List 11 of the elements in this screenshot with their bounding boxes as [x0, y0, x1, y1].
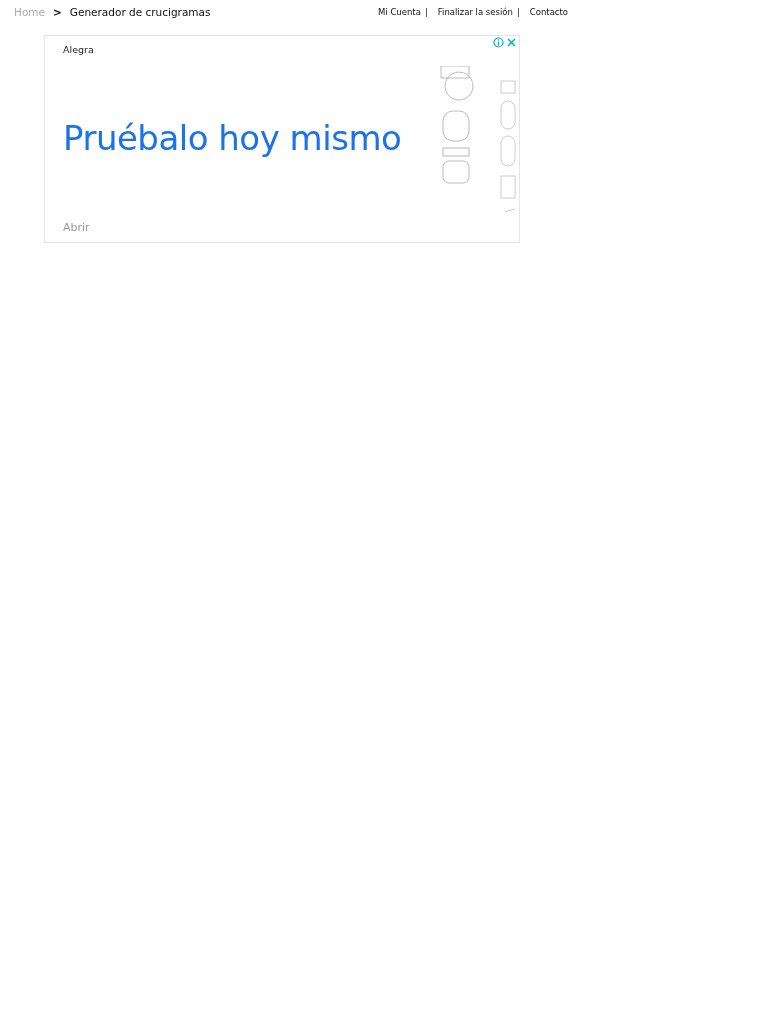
- breadcrumb-current: Generador de crucigramas: [69, 6, 211, 18]
- ad-headline[interactable]: Pruébalo hoy mismo: [63, 118, 439, 158]
- close-icon[interactable]: [506, 37, 517, 48]
- advertiser-name: Alegra: [63, 44, 95, 55]
- nav-link[interactable]: Contacto: [529, 7, 569, 17]
- link-separator: |: [516, 7, 520, 17]
- info-icon[interactable]: [493, 37, 504, 48]
- link-separator: |: [424, 7, 428, 17]
- breadcrumb-separator: >: [53, 6, 62, 18]
- nav-link[interactable]: Finalizar la sesión: [437, 7, 513, 17]
- nav-link[interactable]: Mi Cuenta: [378, 7, 421, 17]
